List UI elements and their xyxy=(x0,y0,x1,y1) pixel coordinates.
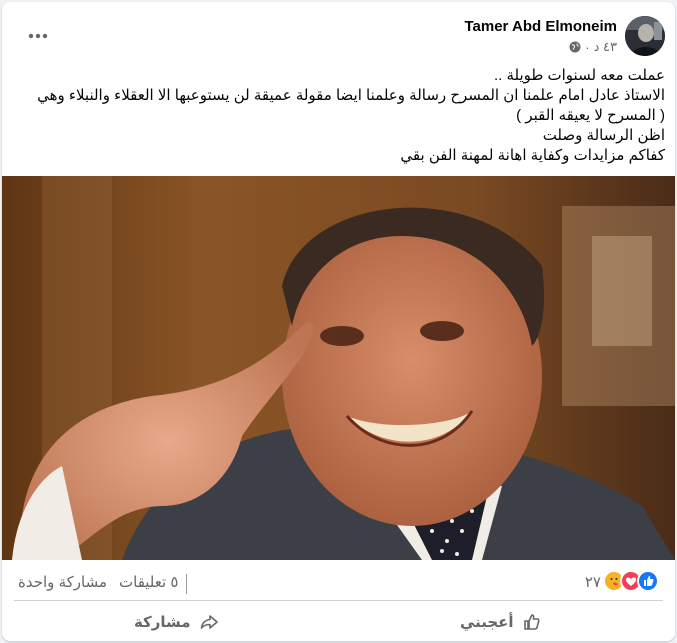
post-text-line: الاستاذ عادل امام علمنا ان المسرح رسالة … xyxy=(37,87,665,104)
share-button[interactable]: مشاركة xyxy=(14,604,339,640)
reactions-count[interactable]: ٢٧ xyxy=(585,573,601,591)
stats-divider xyxy=(186,574,187,594)
post-time[interactable]: ٤٣ د xyxy=(594,39,617,55)
post-text-line: ( المسرح لا يعيقه القبر ) xyxy=(516,107,665,124)
post-card: Tamer Abd Elmoneim ٤٣ د · عملت معه لسنوا… xyxy=(2,2,675,641)
share-label: مشاركة xyxy=(133,614,191,631)
shares-count[interactable]: مشاركة واحدة xyxy=(18,573,107,591)
post-text: عملت معه لسنوات طويلة .. الاستاذ عادل ام… xyxy=(25,66,665,166)
post-text-line: كفاكم مزايدات وكفاية اهانة لمهنة الفن بق… xyxy=(400,147,665,164)
like-label: أعجبني xyxy=(459,614,514,631)
post-actions: أعجبني مشاركة xyxy=(14,604,663,640)
post-photo[interactable] xyxy=(2,176,675,560)
like-reaction-icon xyxy=(637,570,659,592)
author-name[interactable]: Tamer Abd Elmoneim xyxy=(464,18,617,35)
post-meta: ٤٣ د · xyxy=(569,39,617,55)
globe-icon[interactable] xyxy=(569,41,581,53)
post-stats: ٢٧ ٥ تعليقات مشاركة واحدة xyxy=(2,564,675,594)
author-avatar[interactable] xyxy=(625,16,665,56)
post-text-line: اظن الرسالة وصلت xyxy=(542,127,665,144)
reaction-icons[interactable] xyxy=(603,570,659,592)
share-arrow-icon xyxy=(199,612,219,632)
comments-count[interactable]: ٥ تعليقات xyxy=(119,573,178,591)
like-button[interactable]: أعجبني xyxy=(339,604,664,640)
comments-shares: ٥ تعليقات مشاركة واحدة xyxy=(18,573,180,591)
thumbs-up-icon xyxy=(522,612,542,632)
actions-divider xyxy=(14,600,663,601)
post-header: Tamer Abd Elmoneim ٤٣ د · xyxy=(2,2,675,64)
more-options-icon[interactable] xyxy=(20,24,56,48)
post-text-line: عملت معه لسنوات طويلة .. xyxy=(493,67,665,84)
